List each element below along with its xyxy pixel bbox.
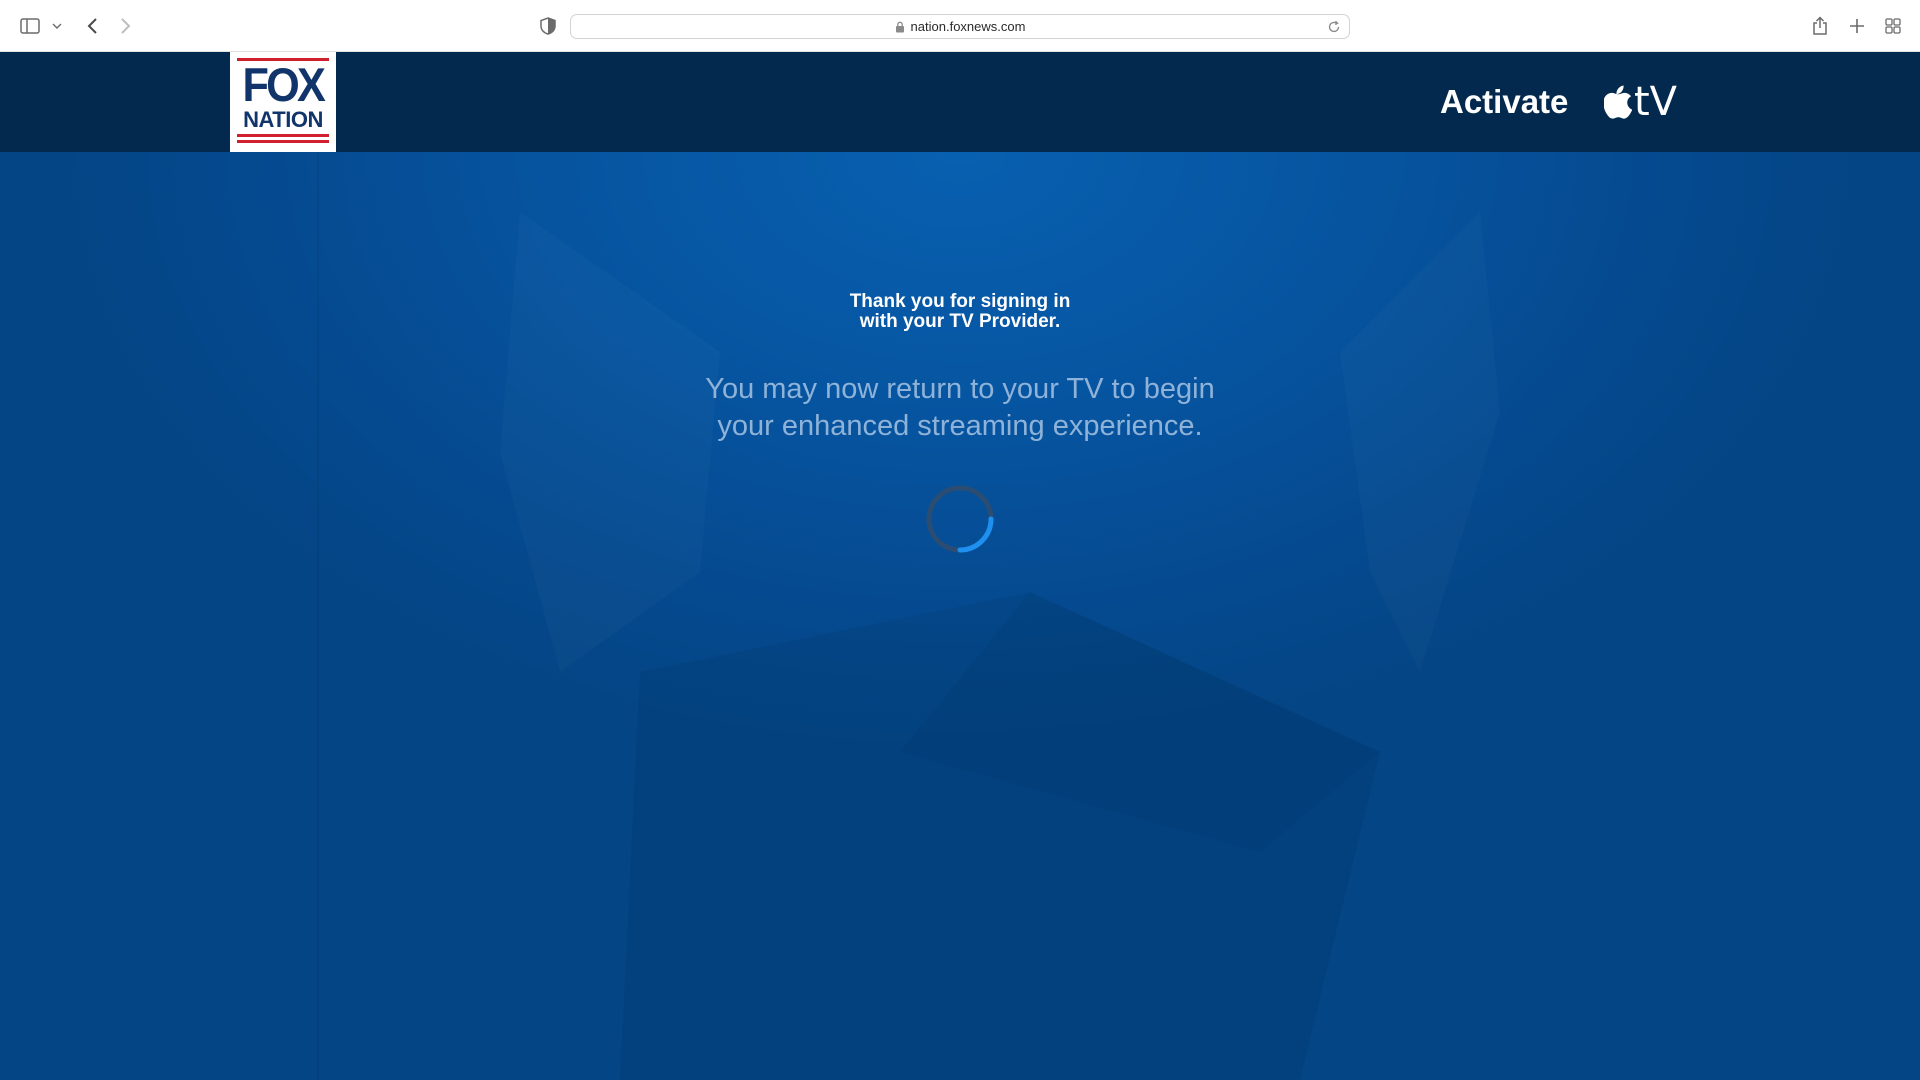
apple-tv-logo: tV <box>1604 82 1677 122</box>
return-to-tv-message: You may now return to your TV to begin y… <box>610 371 1310 445</box>
forward-icon[interactable] <box>114 14 138 38</box>
fox-nation-logo[interactable]: FOX NATION <box>230 52 336 152</box>
loading-spinner-icon <box>926 485 994 553</box>
return-message-line-1: You may now return to your TV to begin <box>705 373 1215 405</box>
logo-text-fox: FOX <box>242 58 326 111</box>
chevron-down-icon[interactable] <box>50 18 64 34</box>
return-message-line-2: your enhanced streaming experience. <box>717 410 1203 442</box>
tab-overview-icon[interactable] <box>1881 14 1905 38</box>
sidebar-icon[interactable] <box>16 14 44 38</box>
reload-icon[interactable] <box>1327 20 1341 34</box>
plus-icon[interactable] <box>1845 14 1869 38</box>
thank-you-line-1: Thank you for signing in <box>849 291 1071 312</box>
share-icon[interactable] <box>1808 13 1832 39</box>
main-content: Thank you for signing in with your TV Pr… <box>0 152 1920 1080</box>
thank-you-line-2: with your TV Provider. <box>859 311 1061 332</box>
url-text: nation.foxnews.com <box>910 19 1026 34</box>
logo-text-nation: NATION <box>243 107 323 132</box>
shield-icon[interactable] <box>536 14 560 38</box>
back-icon[interactable] <box>80 14 104 38</box>
page-title: Activate <box>1440 83 1569 120</box>
address-bar[interactable]: nation.foxnews.com <box>570 14 1350 39</box>
apple-tv-text: tV <box>1634 79 1678 125</box>
apple-icon <box>1604 85 1632 119</box>
lock-icon <box>895 21 905 33</box>
browser-toolbar: nation.foxnews.com <box>0 0 1920 52</box>
thank-you-message: Thank you for signing in with your TV Pr… <box>760 292 1160 332</box>
logo-stripes <box>237 134 329 143</box>
